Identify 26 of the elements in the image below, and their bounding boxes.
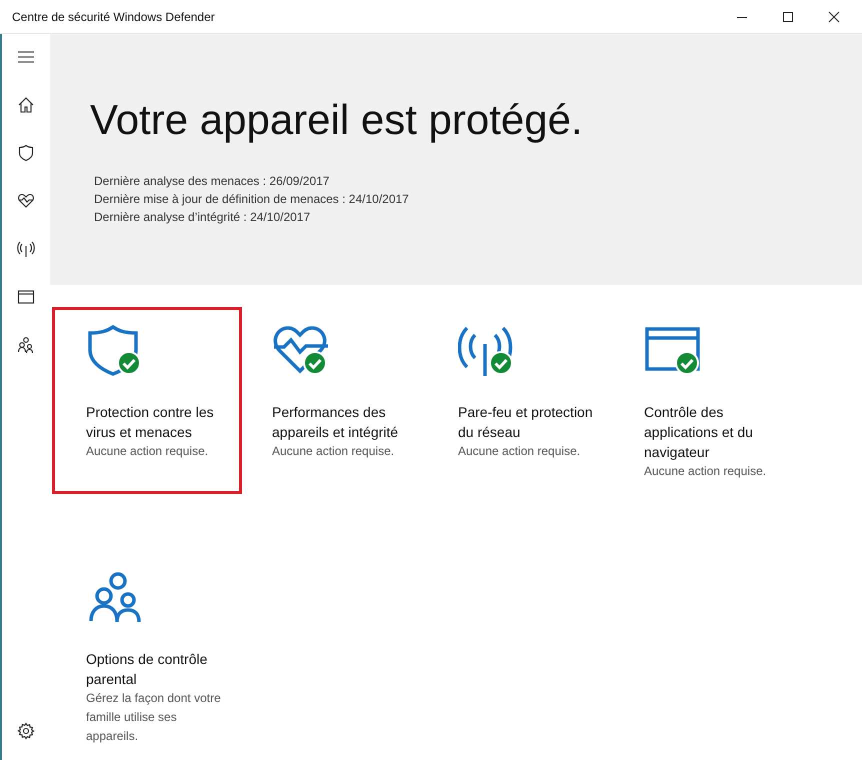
tile-status: Aucune action requise.	[644, 463, 768, 480]
highlighted-tile[interactable]: Protection contre les virus et menaces Aucune action requise.	[52, 307, 242, 494]
window-title: Centre de sécurité Windows Defender	[11, 10, 215, 24]
tile-status: Gérez la façon dont votre famille utilise ses appareils.	[86, 690, 222, 745]
window-icon[interactable]	[17, 288, 35, 306]
tile-title: Protection contre les virus et menaces	[86, 403, 215, 442]
tile-title: Options de contrôle parental	[86, 650, 208, 689]
tile-title: Pare-feu et protection du réseau	[458, 403, 594, 442]
tile-status: Aucune action requise.	[458, 443, 582, 460]
settings-icon[interactable]	[17, 722, 35, 740]
maximize-icon[interactable]	[782, 10, 794, 22]
people-icon[interactable]	[17, 336, 35, 354]
tile[interactable]: Options de contrôle parental Gérez la façon dont votre famille utilise ses appareils.	[52, 554, 242, 759]
shield-icon[interactable]	[17, 144, 35, 162]
tile-title: Performances des appareils et intégrité	[272, 403, 400, 442]
home-icon[interactable]	[17, 96, 35, 114]
scan-info: Dernière mise à jour de définition de menaces : 24/10/2017	[94, 191, 410, 208]
status-heading: Votre appareil est protégé.	[90, 96, 584, 144]
antenna-icon[interactable]	[17, 240, 35, 258]
tile-status: Aucune action requise.	[86, 443, 210, 460]
tile-title: Contrôle des applications et du navigateur	[644, 403, 754, 462]
scan-info: Dernière analyse d’intégrité : 24/10/2017	[94, 209, 312, 226]
scan-info: Dernière analyse des menaces : 26/09/2017	[94, 173, 330, 190]
tile-status: Aucune action requise.	[272, 443, 396, 460]
heart-icon[interactable]	[17, 192, 35, 210]
close-icon[interactable]	[828, 10, 840, 22]
